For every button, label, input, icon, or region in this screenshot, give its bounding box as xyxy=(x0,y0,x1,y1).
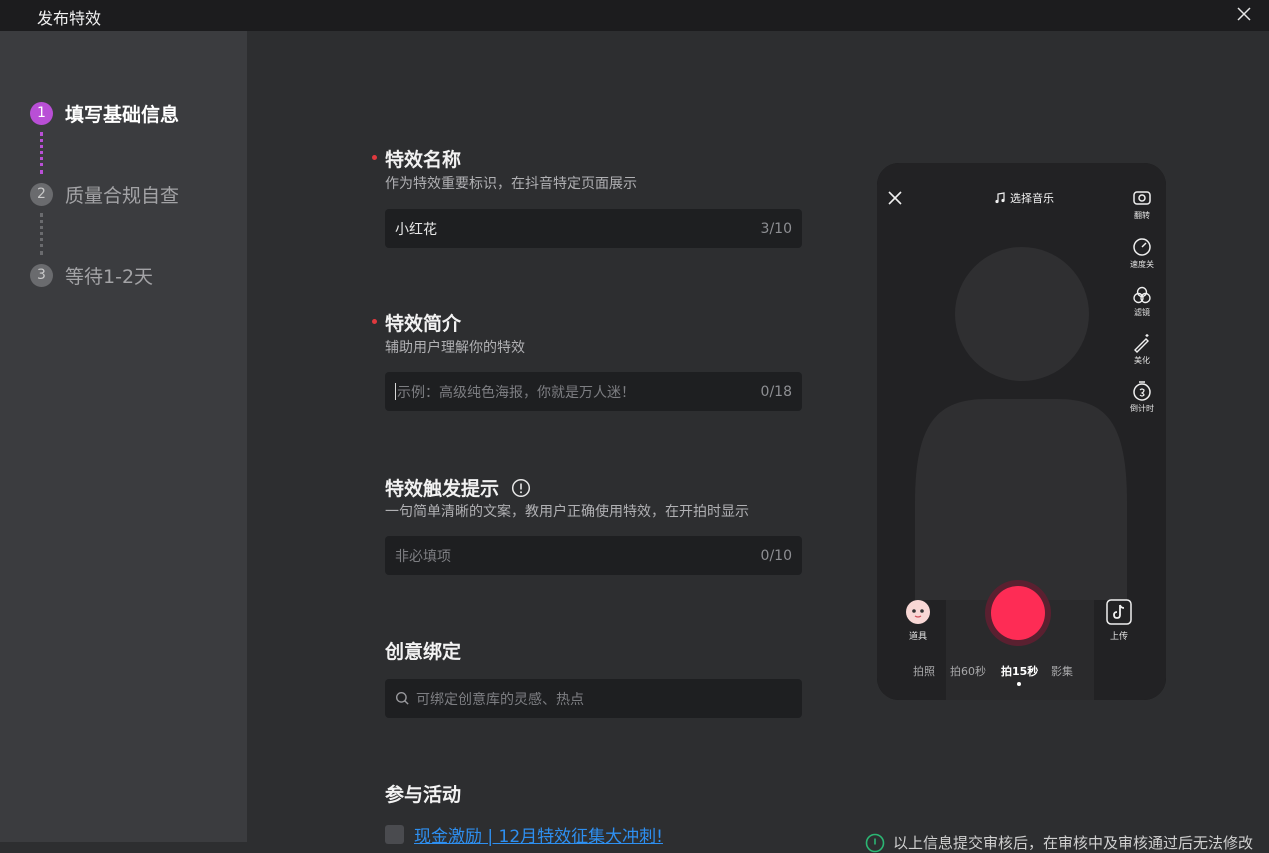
title-bar: 发布特效 xyxy=(0,0,1269,31)
select-music[interactable]: 选择音乐 xyxy=(994,190,1054,206)
step-connector xyxy=(40,132,43,174)
name-value: 小红花 xyxy=(395,221,437,238)
steps-sidebar xyxy=(0,31,247,842)
name-input[interactable]: 小红花 3/10 xyxy=(385,209,802,248)
name-title: 特效名称 xyxy=(385,149,462,171)
hint-desc: 一句简单清晰的文案，教用户正确使用特效，在开拍时显示 xyxy=(385,504,749,520)
info-circle-icon xyxy=(865,833,885,852)
tool-filter[interactable]: 滤镜 xyxy=(1127,284,1157,318)
upload-label: 上传 xyxy=(1109,632,1128,642)
mode-indicator-dot xyxy=(1017,682,1021,686)
tool-speed[interactable]: 速度关 xyxy=(1127,236,1157,270)
step-number: 1 xyxy=(30,101,53,125)
tiktok-icon xyxy=(1106,599,1132,625)
mode-tab-selected[interactable]: 拍15秒 xyxy=(1001,663,1038,679)
intro-desc: 辅助用户理解你的特效 xyxy=(385,340,525,356)
tool-label: 倒计时 xyxy=(1130,404,1154,413)
mode-tab[interactable]: 拍照 xyxy=(913,663,935,679)
intro-input[interactable]: 示例：高级纯色海报，你就是万人迷！ 0/18 xyxy=(385,372,802,411)
upload-button[interactable]: 上传 xyxy=(1104,599,1134,642)
hint-title: 特效触发提示 xyxy=(385,478,500,500)
mode-tab[interactable]: 拍60秒 xyxy=(950,663,986,679)
creative-search-input[interactable]: 可绑定创意库的灵感、热点 xyxy=(385,679,802,718)
creative-placeholder: 可绑定创意库的灵感、热点 xyxy=(416,691,584,708)
window-title: 发布特效 xyxy=(37,9,102,28)
tool-label: 速度关 xyxy=(1130,260,1154,269)
close-icon[interactable] xyxy=(887,190,903,206)
text-caret xyxy=(395,383,396,400)
step-number: 2 xyxy=(30,182,53,206)
search-icon xyxy=(395,691,409,705)
music-note-icon xyxy=(995,192,1005,204)
hint-input[interactable]: 非必填项 0/10 xyxy=(385,536,802,575)
step-label: 等待1-2天 xyxy=(65,265,154,288)
notice-text: 以上信息提交审核后，在审核中及审核通过后无法修改 xyxy=(893,834,1254,852)
activity-title: 参与活动 xyxy=(385,784,462,806)
step-number: 3 xyxy=(30,263,53,287)
close-icon[interactable] xyxy=(1233,3,1255,25)
creative-title: 创意绑定 xyxy=(385,641,462,663)
props-face-icon xyxy=(906,600,930,624)
hint-count: 0/10 xyxy=(760,547,792,564)
step-connector xyxy=(40,213,43,255)
activity-link[interactable]: 现金激励 | 12月特效征集大冲刺! xyxy=(414,822,663,847)
tool-label: 滤镜 xyxy=(1134,308,1150,317)
magic-wand-icon xyxy=(1134,334,1149,353)
step-1: 1 填写基础信息 xyxy=(30,100,179,126)
filter-icon xyxy=(1133,286,1151,304)
step-3: 3 等待1-2天 xyxy=(30,262,153,288)
intro-count: 0/18 xyxy=(760,383,792,400)
props-button[interactable]: 道具 xyxy=(904,599,932,642)
tool-label: 翻转 xyxy=(1134,211,1150,220)
timer-icon xyxy=(1133,381,1151,401)
activity-row: 现金激励 | 12月特效征集大冲刺! xyxy=(385,822,663,847)
flip-camera-icon xyxy=(1133,191,1151,205)
name-count: 3/10 xyxy=(760,220,792,237)
name-desc: 作为特效重要标识，在抖音特定页面展示 xyxy=(385,176,637,192)
music-label: 选择音乐 xyxy=(1010,192,1054,205)
info-icon[interactable] xyxy=(511,478,531,498)
tool-label: 美化 xyxy=(1134,356,1150,365)
notice: 以上信息提交审核后，在审核中及审核通过后无法修改 xyxy=(865,832,1253,853)
step-label: 填写基础信息 xyxy=(65,103,180,126)
props-label: 道具 xyxy=(908,632,927,642)
intro-title: 特效简介 xyxy=(385,313,462,335)
tool-beauty[interactable]: 美化 xyxy=(1127,332,1157,366)
activity-checkbox[interactable] xyxy=(385,825,404,844)
record-button[interactable] xyxy=(985,580,1051,646)
hint-placeholder: 非必填项 xyxy=(395,548,451,565)
tool-timer[interactable]: 倒计时 xyxy=(1127,380,1157,414)
tool-flip[interactable]: 翻转 xyxy=(1127,187,1157,221)
speed-icon xyxy=(1133,238,1151,256)
record-button-inner xyxy=(991,586,1045,640)
mode-tab[interactable]: 影集 xyxy=(1051,663,1073,679)
hint-title-row: 特效触发提示 xyxy=(385,474,531,501)
required-marker xyxy=(372,155,377,160)
step-2: 2 质量合规自查 xyxy=(30,181,179,207)
phone-preview: 选择音乐 翻转 速度关 滤镜 美化 倒计时 道具 上传 拍照 拍60秒 拍15秒… xyxy=(877,163,1166,700)
mode-tabs: 拍照 拍60秒 拍15秒 影集 xyxy=(877,663,1166,681)
intro-placeholder: 示例：高级纯色海报，你就是万人迷！ xyxy=(397,384,635,401)
required-marker xyxy=(372,319,377,324)
step-label: 质量合规自查 xyxy=(65,184,180,207)
